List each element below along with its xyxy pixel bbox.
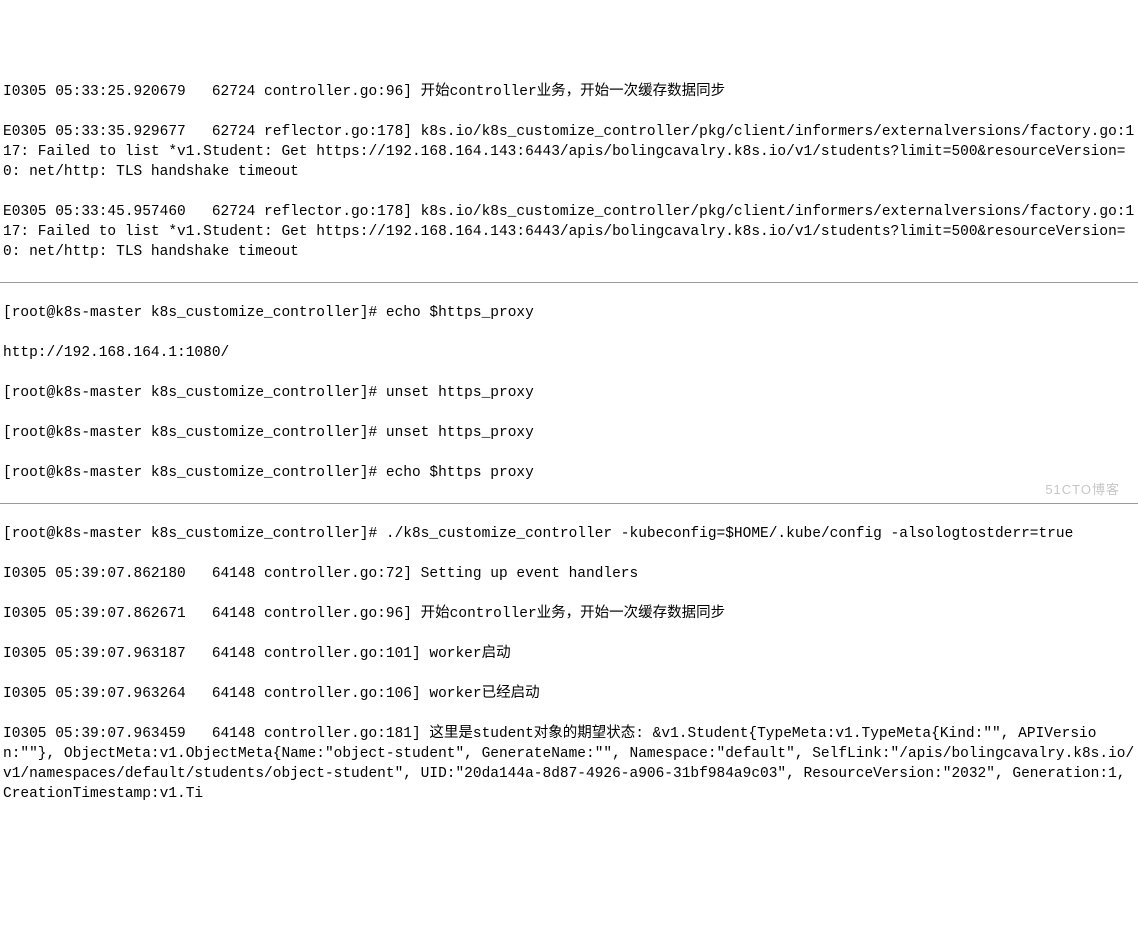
- watermark: 51CTO博客: [1045, 481, 1120, 499]
- log-line: I0305 05:39:07.862180 64148 controller.g…: [0, 564, 1138, 584]
- separator: [0, 282, 1138, 283]
- log-line: I0305 05:39:07.963187 64148 controller.g…: [0, 644, 1138, 664]
- shell-prompt: [root@k8s-master k8s_customize_controlle…: [3, 526, 377, 542]
- shell-prompt: [root@k8s-master k8s_customize_controlle…: [3, 425, 377, 441]
- shell-command: unset https_proxy: [377, 425, 534, 441]
- shell-prompt: [root@k8s-master k8s_customize_controlle…: [3, 305, 377, 321]
- log-line: I0305 05:39:07.963264 64148 controller.g…: [0, 684, 1138, 704]
- shell-prompt: [root@k8s-master k8s_customize_controlle…: [3, 465, 377, 481]
- shell-command: echo $https_proxy: [377, 305, 534, 321]
- log-line-error: E0305 05:33:45.957460 62724 reflector.go…: [0, 202, 1138, 262]
- terminal-line[interactable]: [root@k8s-master k8s_customize_controlle…: [0, 463, 1138, 483]
- log-line: I0305 05:39:07.963459 64148 controller.g…: [0, 724, 1138, 804]
- terminal-line[interactable]: [root@k8s-master k8s_customize_controlle…: [0, 423, 1138, 443]
- terminal-output: http://192.168.164.1:1080/: [0, 343, 1138, 363]
- separator: [0, 503, 1138, 504]
- log-line: I0305 05:39:07.862671 64148 controller.g…: [0, 604, 1138, 624]
- terminal-line[interactable]: [root@k8s-master k8s_customize_controlle…: [0, 524, 1138, 544]
- log-line-error: E0305 05:33:35.929677 62724 reflector.go…: [0, 122, 1138, 182]
- terminal-line[interactable]: [root@k8s-master k8s_customize_controlle…: [0, 383, 1138, 403]
- log-line: I0305 05:33:25.920679 62724 controller.g…: [0, 82, 1138, 102]
- terminal-line[interactable]: [root@k8s-master k8s_customize_controlle…: [0, 303, 1138, 323]
- shell-command: echo $https proxy: [377, 465, 534, 481]
- shell-command: unset https_proxy: [377, 385, 534, 401]
- shell-command: ./k8s_customize_controller -kubeconfig=$…: [377, 526, 1073, 542]
- shell-prompt: [root@k8s-master k8s_customize_controlle…: [3, 385, 377, 401]
